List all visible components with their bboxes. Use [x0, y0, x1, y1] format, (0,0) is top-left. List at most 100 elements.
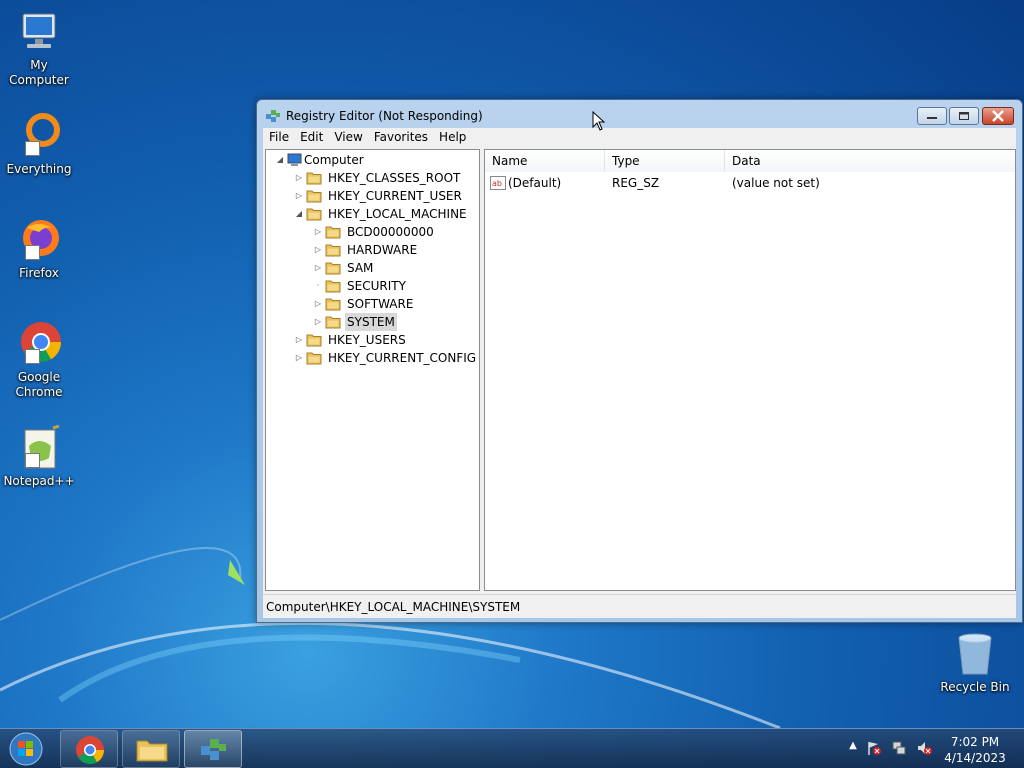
windows-logo-icon: [9, 732, 43, 766]
close-button[interactable]: [982, 107, 1014, 125]
expand-arrow-icon[interactable]: ▷: [312, 241, 324, 259]
action-center-flag-icon[interactable]: [866, 740, 882, 756]
shortcut-arrow-icon: [25, 141, 40, 156]
minimize-button[interactable]: [917, 107, 947, 125]
taskbar-chrome-button[interactable]: [60, 730, 118, 768]
menu-view[interactable]: View: [328, 128, 367, 144]
tree-connector-icon: ·: [316, 281, 320, 290]
desktop-icon-label: Everything: [6, 162, 72, 176]
collapse-arrow-icon[interactable]: ◢: [293, 205, 305, 223]
svg-text:ab: ab: [492, 179, 502, 188]
string-value-icon: ab: [490, 175, 506, 196]
expand-arrow-icon[interactable]: ▷: [293, 169, 305, 187]
column-header-type[interactable]: Type: [605, 150, 725, 172]
registry-editor-icon: [265, 108, 281, 124]
column-header-data[interactable]: Data: [725, 150, 1015, 172]
tree-item-label: BCD00000000: [347, 225, 434, 239]
tree-item-label: Computer: [304, 153, 364, 167]
expand-arrow-icon[interactable]: ▷: [312, 295, 324, 313]
maximize-icon: [959, 112, 969, 120]
expand-arrow-icon[interactable]: ▷: [293, 331, 305, 349]
desktop-icon-label: Notepad++: [3, 474, 75, 488]
chrome-icon: [15, 320, 63, 368]
tree-item-label: HKEY_LOCAL_MACHINE: [328, 207, 467, 221]
taskbar-clock[interactable]: 7:02 PM 4/14/2023: [935, 734, 1015, 766]
shortcut-arrow-icon: [25, 453, 40, 468]
tree-item-label: SECURITY: [347, 279, 406, 293]
menu-help[interactable]: Help: [433, 128, 471, 144]
desktop-icon-notepad-plus-plus[interactable]: Notepad++: [0, 424, 78, 489]
desktop-icon-recycle-bin[interactable]: Recycle Bin: [936, 630, 1014, 695]
tree-item-label: SYSTEM: [345, 313, 397, 331]
close-icon: [992, 110, 1004, 122]
start-button[interactable]: [6, 730, 46, 768]
desktop-icon-label: My Computer: [9, 58, 69, 87]
volume-muted-icon[interactable]: [916, 740, 932, 756]
desktop-icon-firefox[interactable]: Firefox: [0, 216, 78, 281]
folder-icon: [325, 261, 341, 275]
registry-values-list[interactable]: Name Type Data ab (Default) REG_SZ (valu…: [484, 149, 1016, 591]
expand-arrow-icon[interactable]: ▷: [312, 259, 324, 277]
tree-item-label: HKEY_CURRENT_CONFIG: [328, 351, 477, 365]
folder-icon: [306, 171, 322, 185]
folder-icon: [306, 207, 322, 221]
value-name: (Default): [508, 176, 562, 190]
expand-arrow-icon[interactable]: ▷: [312, 313, 324, 331]
expand-arrow-icon[interactable]: ▷: [293, 349, 305, 367]
desktop-icon-label: Recycle Bin: [940, 680, 1010, 694]
desktop-icon-label: Google Chrome: [15, 370, 63, 399]
folder-icon: [325, 225, 341, 239]
window-client-area: ◢ Computer ▷ HKEY_CLASSES_ROOT ▷ HKEY_CURRE…: [263, 148, 1016, 618]
folder-icon: [325, 297, 341, 311]
registry-editor-window[interactable]: Registry Editor (Not Responding) File Edi…: [256, 99, 1023, 623]
network-icon[interactable]: [891, 740, 907, 756]
folder-icon: [325, 315, 341, 329]
menu-file[interactable]: File: [263, 128, 294, 144]
desktop-icon-everything[interactable]: Everything: [0, 112, 78, 177]
list-item[interactable]: ab (Default) REG_SZ (value not set): [485, 174, 1015, 192]
value-data: (value not set): [732, 176, 820, 190]
folder-icon: [325, 279, 341, 293]
taskbar: ▲ 7:02 PM 4/14/2023: [0, 728, 1024, 768]
mouse-cursor-icon: [592, 111, 606, 131]
clock-date: 4/14/2023: [944, 751, 1006, 765]
tree-item-label: SAM: [347, 261, 374, 275]
maximize-button[interactable]: [949, 107, 979, 125]
collapse-arrow-icon[interactable]: ◢: [274, 151, 286, 169]
clock-time: 7:02 PM: [950, 735, 1000, 749]
column-header-name[interactable]: Name: [485, 150, 605, 172]
expand-arrow-icon[interactable]: ▷: [312, 223, 324, 241]
taskbar-explorer-button[interactable]: [122, 730, 180, 768]
taskbar-regedit-button[interactable]: [184, 730, 242, 768]
tree-item-label: HKEY_CLASSES_ROOT: [328, 171, 461, 185]
shortcut-arrow-icon: [25, 245, 40, 260]
firefox-icon: [15, 216, 63, 264]
folder-icon: [306, 351, 322, 365]
folder-icon: [306, 189, 322, 203]
status-bar: Computer\HKEY_LOCAL_MACHINE\SYSTEM: [263, 594, 1016, 618]
notepad-plus-plus-icon: [15, 424, 63, 472]
folder-icon: [306, 333, 322, 347]
desktop-icon-my-computer[interactable]: My Computer: [0, 8, 78, 88]
folder-icon: [136, 740, 168, 762]
expand-arrow-icon[interactable]: ▷: [293, 187, 305, 205]
value-type: REG_SZ: [612, 176, 660, 190]
tree-item-label: SOFTWARE: [347, 297, 414, 311]
everything-icon: [15, 112, 63, 160]
folder-icon: [325, 243, 341, 257]
shortcut-arrow-icon: [25, 349, 40, 364]
window-title: Registry Editor (Not Responding): [286, 109, 483, 123]
desktop-icon-google-chrome[interactable]: Google Chrome: [0, 320, 78, 400]
registry-tree[interactable]: ◢ Computer ▷ HKEY_CLASSES_ROOT ▷ HKEY_CURRE…: [265, 149, 480, 591]
menu-edit[interactable]: Edit: [294, 128, 328, 144]
chrome-icon: [76, 736, 104, 764]
tree-item-label: HKEY_CURRENT_USER: [328, 189, 462, 203]
menu-favorites[interactable]: Favorites: [368, 128, 433, 144]
registry-editor-icon: [201, 739, 226, 760]
computer-icon: [15, 8, 63, 56]
title-bar[interactable]: Registry Editor (Not Responding): [257, 100, 1022, 128]
desktop-icon-label: Firefox: [19, 266, 59, 280]
recycle-bin-icon: [951, 630, 999, 678]
menu-bar: File Edit View Favorites Help: [263, 128, 1016, 148]
show-hidden-icons-icon[interactable]: ▲: [845, 740, 861, 756]
